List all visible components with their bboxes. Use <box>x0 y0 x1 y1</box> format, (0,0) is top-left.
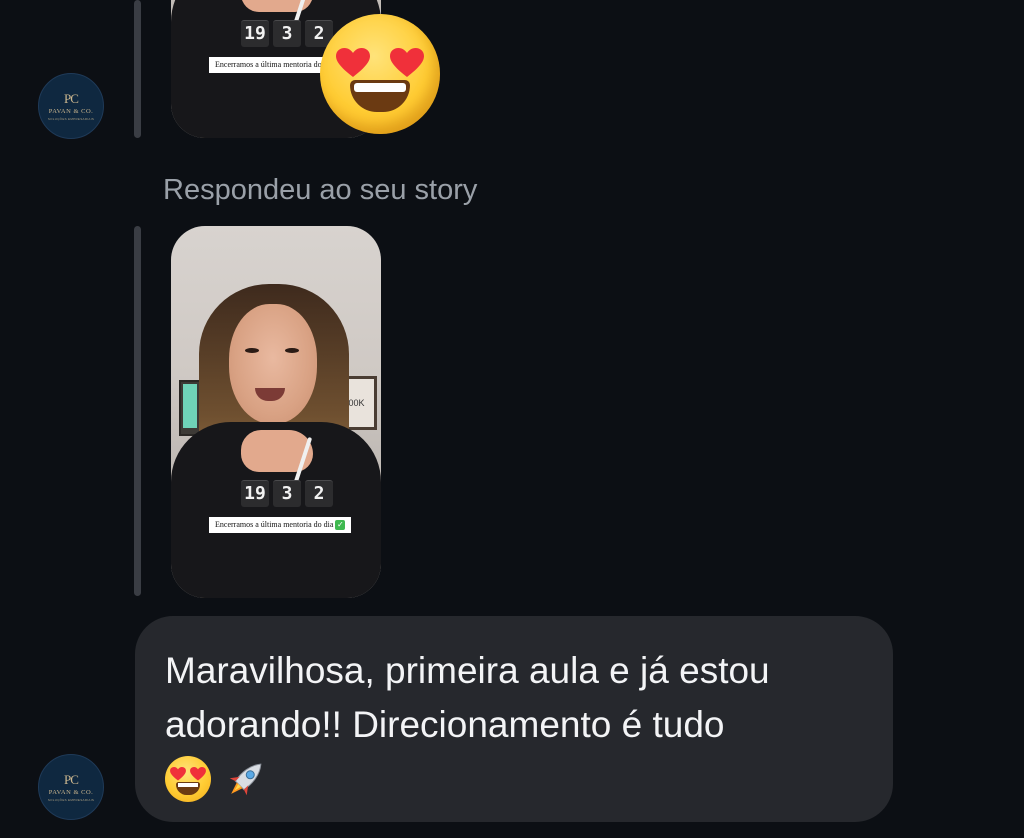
heart-icon <box>390 48 424 77</box>
story-timer: 19 3 2 <box>241 20 333 47</box>
story-timer: 19 3 2 <box>241 480 333 507</box>
message-bubble[interactable]: Maravilhosa, primeira aula e já estou ad… <box>135 616 893 822</box>
story-caption: Encerramos a última mentoria do d <box>209 57 334 73</box>
heart-icon <box>336 48 370 77</box>
chat-thread: PC PAVAN & CO. SOLUÇÕES EMPRESARIAIS 19 … <box>0 0 1024 838</box>
rocket-icon <box>229 763 262 796</box>
story-preview-2[interactable]: 200K 19 3 2 Encerramos a última mentoria… <box>171 226 381 598</box>
story-caption: Encerramos a última mentoria do dia ✓ <box>209 517 352 533</box>
reply-quote-bar <box>134 226 141 596</box>
avatar-brand-name: PAVAN & CO. <box>48 107 94 115</box>
heart-eyes-emoji-icon <box>165 756 211 802</box>
sender-avatar[interactable]: PC PAVAN & CO. SOLUÇÕES EMPRESARIAIS <box>38 754 104 820</box>
sender-avatar[interactable]: PC PAVAN & CO. SOLUÇÕES EMPRESARIAIS <box>38 73 104 139</box>
avatar-monogram: PC <box>64 771 79 787</box>
avatar-tagline: SOLUÇÕES EMPRESARIAIS <box>47 116 95 121</box>
avatar-brand-name: PAVAN & CO. <box>48 788 94 796</box>
reply-quote-bar <box>134 0 141 138</box>
heart-eyes-reaction-icon <box>320 14 440 134</box>
avatar-monogram: PC <box>64 90 79 106</box>
message-emojis <box>165 754 863 804</box>
story-reply-label: Respondeu ao seu story <box>163 174 478 206</box>
message-text: Maravilhosa, primeira aula e já estou ad… <box>165 650 770 745</box>
check-icon: ✓ <box>335 520 346 531</box>
avatar-tagline: SOLUÇÕES EMPRESARIAIS <box>47 797 95 802</box>
